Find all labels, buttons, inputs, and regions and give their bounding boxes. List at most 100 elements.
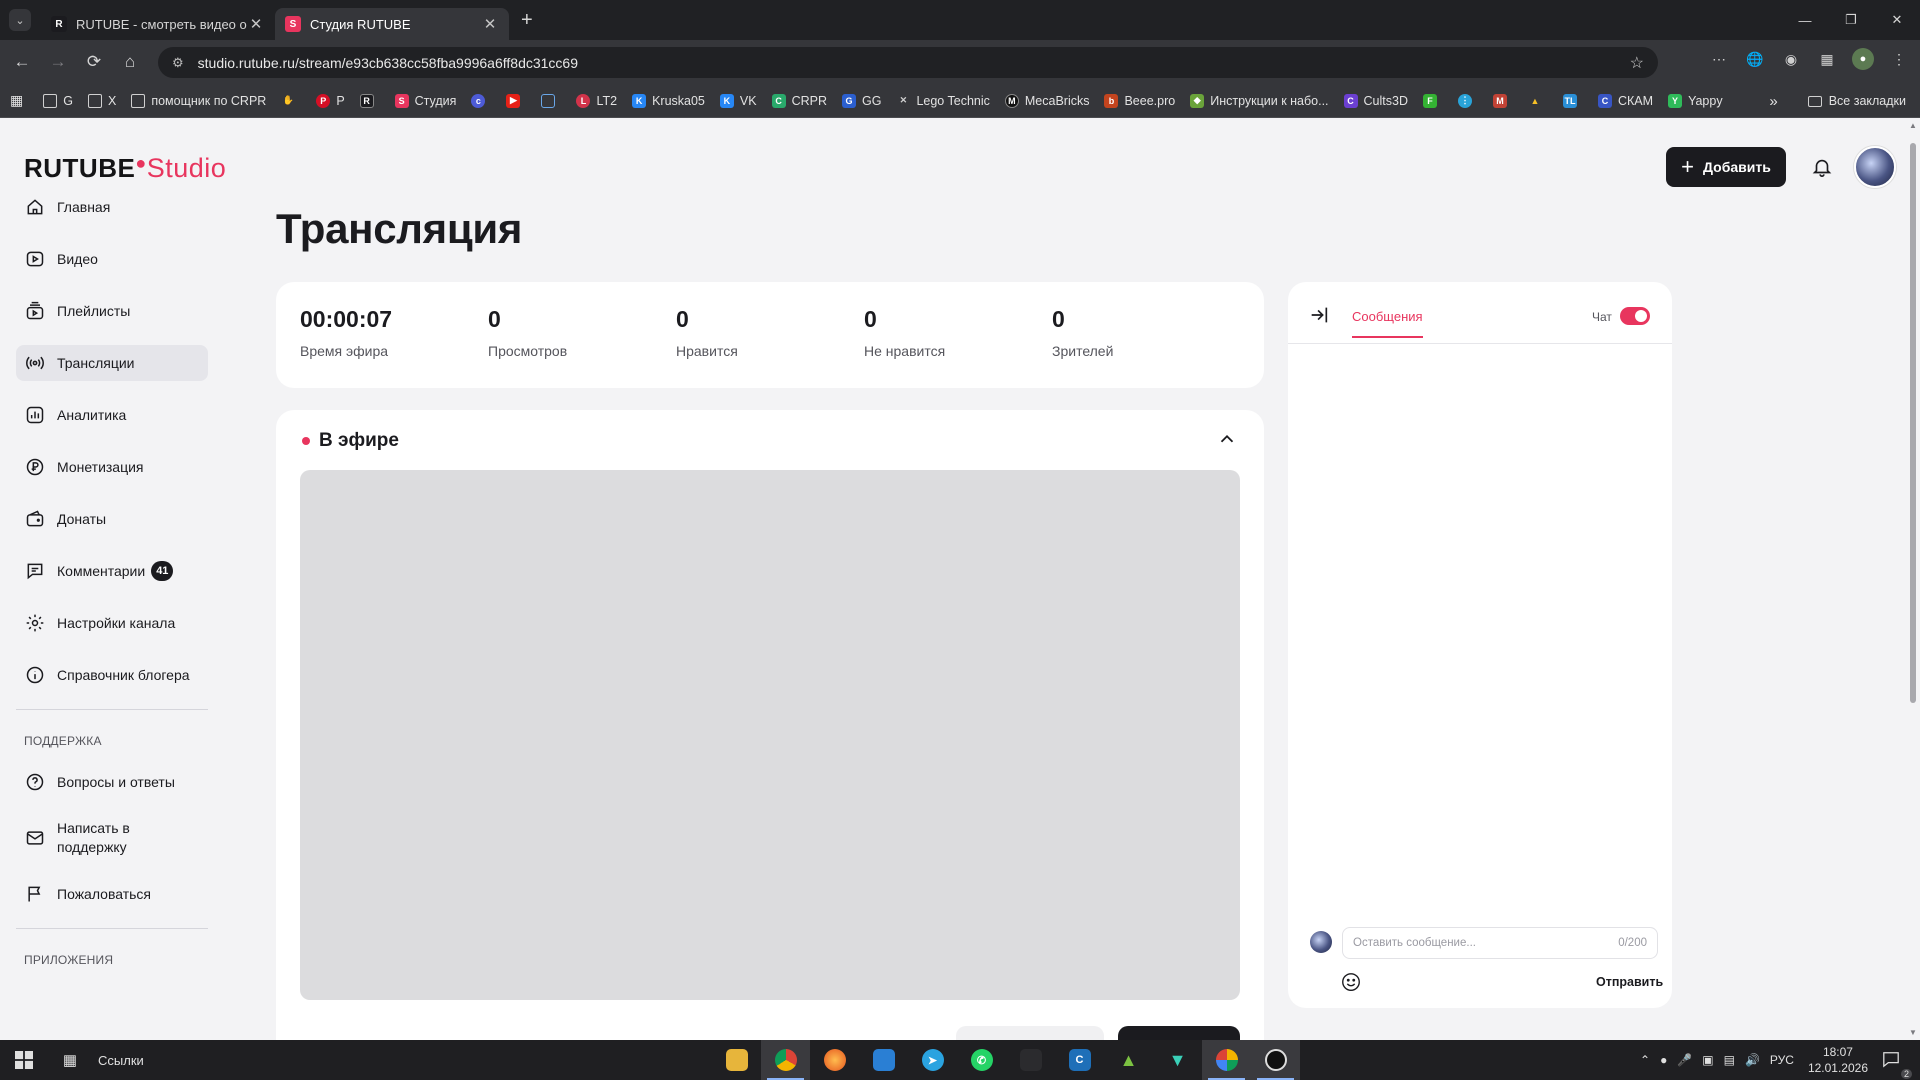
- tab-messages[interactable]: Сообщения: [1352, 309, 1423, 338]
- chat-toggle[interactable]: [1620, 307, 1650, 325]
- bookmark-item[interactable]: M: [1493, 93, 1513, 108]
- close-tab-icon[interactable]: ✕: [481, 15, 499, 33]
- notifications-bell-icon[interactable]: [1802, 147, 1842, 187]
- forward-icon[interactable]: →: [44, 48, 72, 76]
- back-icon[interactable]: ←: [8, 48, 36, 76]
- bookmark-item[interactable]: C СКАМ: [1598, 93, 1653, 108]
- add-button[interactable]: + Добавить: [1666, 147, 1786, 187]
- telegram-icon[interactable]: ➤: [908, 1040, 957, 1080]
- sidebar-item-blogger-guide[interactable]: Справочник блогера: [16, 657, 208, 693]
- bookmark-item[interactable]: L LT2: [576, 93, 617, 108]
- taskbar-clock[interactable]: 18:07 12.01.2026: [1808, 1044, 1868, 1076]
- task-view-icon[interactable]: ▦: [48, 1040, 92, 1080]
- bookmark-item[interactable]: F: [1423, 93, 1443, 108]
- bookmark-item[interactable]: R: [359, 93, 380, 108]
- home-icon[interactable]: ⌂: [116, 48, 144, 76]
- sidebar-item-analytics[interactable]: Аналитика: [16, 397, 208, 433]
- chevron-up-icon[interactable]: [1216, 428, 1238, 450]
- send-button[interactable]: Отправить: [1596, 975, 1663, 989]
- tab-search-button[interactable]: ⌄: [9, 9, 31, 31]
- bookmark-item[interactable]: ◆ Инструкции к набо...: [1190, 93, 1329, 108]
- bookmark-item[interactable]: ⋮: [1458, 93, 1478, 108]
- bookmark-item[interactable]: b Beee.pro: [1104, 93, 1175, 108]
- bookmark-item[interactable]: помощник по CRPR: [131, 93, 266, 108]
- bookmark-item[interactable]: ▶: [506, 93, 526, 108]
- display-icon[interactable]: ▣: [1702, 1053, 1713, 1067]
- sidebar-item-home[interactable]: Главная: [16, 189, 208, 225]
- bookmark-item[interactable]: Y Yappy: [1668, 93, 1723, 108]
- browser-tab-rutube[interactable]: R RUTUBE - смотреть видео онлайн ✕: [41, 8, 275, 40]
- tray-expand-icon[interactable]: ⌃: [1640, 1053, 1650, 1067]
- site-info-icon[interactable]: ⚙: [172, 55, 184, 71]
- sidebar-item-donations[interactable]: Донаты: [16, 501, 208, 537]
- scroll-up-icon[interactable]: ▲: [1908, 121, 1918, 130]
- bookmark-item[interactable]: K VK: [719, 93, 757, 108]
- address-bar[interactable]: ⚙ studio.rutube.ru/stream/e93cb638cc58fb…: [158, 47, 1658, 78]
- network-icon[interactable]: ▤: [1724, 1053, 1735, 1067]
- triangle-app-icon[interactable]: ▲: [1104, 1040, 1153, 1080]
- new-tab-icon[interactable]: +: [521, 9, 533, 32]
- close-window-icon[interactable]: ✕: [1874, 0, 1920, 40]
- bookmark-item[interactable]: ▲: [1528, 94, 1548, 108]
- scroll-down-icon[interactable]: ▼: [1908, 1028, 1918, 1037]
- bookmark-item[interactable]: TL: [1563, 93, 1583, 108]
- page-scrollbar[interactable]: ▲ ▼: [1908, 119, 1918, 1039]
- sidebar-item-comments[interactable]: Комментарии 41: [16, 553, 208, 589]
- more-bookmarks-icon[interactable]: »: [1769, 93, 1777, 110]
- vpn-globe-icon[interactable]: 🌐: [1744, 48, 1766, 70]
- emoji-icon[interactable]: [1340, 971, 1362, 993]
- bookmark-item[interactable]: M MecaBricks: [1004, 93, 1089, 108]
- tray-app-icon[interactable]: ●: [1660, 1053, 1667, 1067]
- file-explorer-icon[interactable]: [712, 1040, 761, 1080]
- volume-icon[interactable]: 🔊: [1745, 1053, 1760, 1067]
- restore-icon[interactable]: ❐: [1828, 0, 1874, 40]
- bookmark-item[interactable]: C CRPR: [771, 93, 827, 108]
- sidebar-item-playlists[interactable]: Плейлисты: [16, 293, 208, 329]
- bookmark-item[interactable]: C Cults3D: [1343, 93, 1408, 108]
- colorful-app-icon[interactable]: [1202, 1040, 1251, 1080]
- rutube-studio-logo[interactable]: RUTUBE●Studio: [24, 153, 226, 184]
- message-input[interactable]: Оставить сообщение... 0/200: [1342, 927, 1658, 959]
- sidebar-item-faq[interactable]: Вопросы и ответы: [16, 764, 208, 800]
- chrome-icon[interactable]: [761, 1040, 810, 1080]
- bookmark-star-icon[interactable]: ☆: [1630, 53, 1644, 73]
- sidebar-item-write-support[interactable]: Написать в поддержку: [16, 816, 208, 860]
- bookmark-item[interactable]: [541, 93, 561, 108]
- extensions-puzzle-icon[interactable]: ▦: [1816, 48, 1838, 70]
- vpn-shield-icon[interactable]: ▼: [1153, 1040, 1202, 1080]
- close-tab-icon[interactable]: ✕: [247, 15, 265, 33]
- sidebar-item-video[interactable]: Видео: [16, 241, 208, 277]
- obs-icon[interactable]: [1251, 1040, 1300, 1080]
- notification-center-icon[interactable]: 2: [1882, 1050, 1912, 1079]
- video-player[interactable]: [300, 470, 1240, 1000]
- firefox-icon[interactable]: [810, 1040, 859, 1080]
- bookmark-item[interactable]: c: [471, 93, 491, 108]
- profile-icon[interactable]: ●: [1852, 48, 1874, 70]
- bookmark-item[interactable]: G: [43, 93, 73, 108]
- store-icon[interactable]: [859, 1040, 908, 1080]
- taskbar-links-label[interactable]: Ссылки: [98, 1053, 144, 1068]
- browser-menu-icon[interactable]: ⋮: [1888, 48, 1910, 70]
- apps-grid-icon[interactable]: ▦: [10, 92, 23, 109]
- ccleaner-icon[interactable]: C: [1055, 1040, 1104, 1080]
- all-bookmarks-link[interactable]: Все закладки: [1829, 94, 1906, 108]
- input-language[interactable]: РУС: [1770, 1053, 1794, 1067]
- user-avatar[interactable]: [1854, 146, 1896, 188]
- sidebar-item-broadcasts[interactable]: Трансляции: [16, 345, 208, 381]
- reload-icon[interactable]: ⟳: [80, 48, 108, 76]
- bookmark-item[interactable]: S Студия: [394, 93, 456, 108]
- browser-tab-studio[interactable]: S Студия RUTUBE ✕: [275, 8, 509, 40]
- bookmark-item[interactable]: K Kruska05: [632, 93, 705, 108]
- bookmark-item[interactable]: G GG: [841, 93, 881, 108]
- extension-dots-icon[interactable]: ⋯: [1708, 48, 1730, 70]
- whatsapp-icon[interactable]: ✆: [957, 1040, 1006, 1080]
- scrollbar-thumb[interactable]: [1910, 143, 1916, 703]
- windows-start-icon[interactable]: [0, 1040, 48, 1080]
- sidebar-item-monetization[interactable]: Монетизация: [16, 449, 208, 485]
- bookmark-item[interactable]: X: [87, 93, 116, 108]
- microphone-icon[interactable]: 🎤: [1677, 1053, 1692, 1067]
- sidebar-item-channel-settings[interactable]: Настройки канала: [16, 605, 208, 641]
- app-icon[interactable]: [1006, 1040, 1055, 1080]
- bookmark-item[interactable]: PP: [316, 93, 345, 108]
- minimize-icon[interactable]: —: [1782, 0, 1828, 40]
